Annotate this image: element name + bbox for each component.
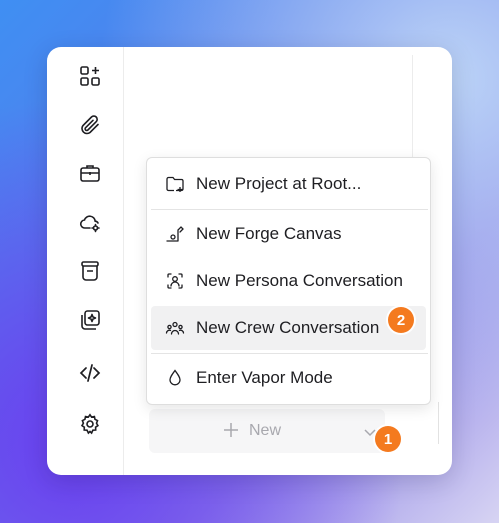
- sidebar-rail: [47, 47, 124, 475]
- menu-item-new-project[interactable]: New Project at Root...: [151, 162, 426, 206]
- crew-icon: [165, 321, 185, 335]
- paperclip-icon[interactable]: [73, 108, 107, 142]
- plus-icon: [224, 423, 238, 437]
- new-dropdown-menu: New Project at Root... New Forge Canvas …: [146, 157, 431, 405]
- droplet-icon: [169, 369, 181, 386]
- menu-item-new-forge-canvas[interactable]: New Forge Canvas: [151, 212, 426, 256]
- menu-item-new-crew-conversation[interactable]: New Crew Conversation: [151, 306, 426, 350]
- gear-icon[interactable]: [73, 407, 107, 441]
- persona-icon: [167, 273, 183, 289]
- code-icon[interactable]: [73, 356, 107, 390]
- step-badge-1: 1: [375, 426, 401, 452]
- menu-item-enter-vapor-mode[interactable]: Enter Vapor Mode: [151, 356, 426, 400]
- menu-item-new-persona-conversation[interactable]: New Persona Conversation: [151, 259, 426, 303]
- new-button[interactable]: New: [149, 409, 385, 453]
- folder-plus-icon: [166, 176, 184, 192]
- menu-item-label: Enter Vapor Mode: [196, 368, 333, 387]
- apps-add-icon[interactable]: [73, 59, 107, 93]
- menu-divider: [151, 353, 428, 354]
- archive-jar-icon[interactable]: [73, 254, 107, 288]
- briefcase-icon[interactable]: [73, 156, 107, 190]
- new-button-label: New: [249, 422, 282, 439]
- panel-divider: [438, 402, 439, 444]
- cloud-settings-icon[interactable]: [73, 205, 107, 239]
- menu-divider: [151, 209, 428, 210]
- menu-item-label: New Persona Conversation: [196, 271, 403, 290]
- menu-item-label: New Project at Root...: [196, 174, 362, 193]
- menu-item-label: New Crew Conversation: [196, 318, 380, 337]
- menu-item-label: New Forge Canvas: [196, 224, 342, 243]
- step-badge-2: 2: [388, 307, 414, 333]
- sparkle-layers-icon[interactable]: [73, 303, 107, 337]
- canvas-pen-icon: [166, 226, 184, 242]
